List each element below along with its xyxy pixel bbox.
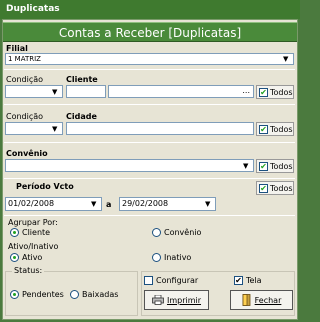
configurar-checkbox[interactable]: Configurar [144,276,198,285]
status-option-label: Pendentes [22,290,64,299]
divider [4,215,295,216]
cidade-todos-toggle[interactable]: ✔ Todos [256,122,294,136]
checkmark-icon[interactable]: ✔ [259,161,268,171]
periodo-todos-toggle[interactable]: ✔ Todos [256,181,294,195]
cliente-label: Cliente [66,75,98,84]
ativo-label: Ativo/Inativo [8,242,59,251]
radio-selected-icon[interactable] [10,228,19,237]
convenio-todos-label: Todos [270,161,293,171]
cliente-condicao-select[interactable] [5,85,63,98]
cidade-condicao-select[interactable] [5,122,63,135]
divider [4,142,295,143]
tela-label: Tela [246,276,262,285]
radio-selected-icon[interactable] [10,253,19,262]
periodo-separator: a [106,200,112,209]
checkmark-icon[interactable]: ✔ [234,276,243,285]
checkmark-icon[interactable]: ✔ [259,124,268,134]
checkbox-icon[interactable] [144,276,153,285]
ativo-option-label: Ativo [22,253,43,262]
imprimir-label: Imprimir [166,295,202,305]
status-label: Status: [12,266,45,275]
ativo-option-label: Inativo [164,253,192,262]
filial-select[interactable]: 1 MATRIZ [5,53,294,65]
radio-selected-icon[interactable] [10,290,19,299]
cliente-name-input[interactable]: ... [108,85,254,98]
divider [4,69,295,70]
printer-icon [152,295,164,305]
door-exit-icon [242,294,251,306]
cidade-label: Cidade [66,112,97,121]
divider [4,104,295,105]
status-option-pendentes[interactable]: Pendentes [10,290,64,299]
cidade-condicao-label: Condição [6,112,44,121]
cliente-todos-label: Todos [270,87,293,97]
window-title: Duplicatas [6,4,60,14]
filial-label: Filial [6,44,28,53]
agrupar-option-label: Cliente [22,228,51,237]
convenio-todos-toggle[interactable]: ✔ Todos [256,159,294,173]
imprimir-button[interactable]: Imprimir [144,290,209,310]
status-option-label: Baixadas [82,290,119,299]
tela-checkbox[interactable]: ✔ Tela [234,276,262,285]
agrupar-option-convenio[interactable]: Convênio [152,228,201,237]
periodo-todos-label: Todos [270,183,293,193]
cidade-todos-label: Todos [270,124,293,134]
chevron-down-icon[interactable] [50,86,62,97]
radio-icon[interactable] [152,228,161,237]
periodo-from-date[interactable]: 01/02/2008 [5,197,102,211]
ellipsis-icon[interactable]: ... [242,86,250,95]
radio-icon[interactable] [70,290,79,299]
agrupar-option-cliente[interactable]: Cliente [10,228,50,237]
fechar-label: Fechar [254,295,282,305]
status-option-baixadas[interactable]: Baixadas [70,290,118,299]
configurar-label: Configurar [156,276,199,285]
filial-value: 1 MATRIZ [8,55,41,63]
checkmark-icon[interactable]: ✔ [259,87,268,97]
window-title-bar: Duplicatas [0,0,300,19]
fechar-button[interactable]: Fechar [230,290,293,310]
radio-icon[interactable] [152,253,161,262]
cidade-input[interactable] [66,122,254,135]
periodo-to-value: 29/02/2008 [122,199,169,208]
periodo-to-date[interactable]: 29/02/2008 [119,197,216,211]
periodo-from-value: 01/02/2008 [8,199,55,208]
convenio-select[interactable] [5,159,254,172]
chevron-down-icon[interactable] [89,198,101,210]
chevron-down-icon[interactable] [50,123,62,134]
agrupar-option-label: Convênio [164,228,202,237]
ativo-option-ativo[interactable]: Ativo [10,253,42,262]
checkmark-icon[interactable]: ✔ [259,183,268,193]
convenio-label: Convênio [6,149,48,158]
cliente-code-input[interactable] [66,85,106,98]
ativo-option-inativo[interactable]: Inativo [152,253,191,262]
chevron-down-icon[interactable] [203,198,215,210]
cliente-todos-toggle[interactable]: ✔ Todos [256,85,294,99]
chevron-down-icon[interactable] [241,160,253,171]
agrupar-label: Agrupar Por: [8,218,58,227]
divider [4,178,295,179]
periodo-label: Período Vcto [16,182,74,191]
cliente-condicao-label: Condição [6,75,44,84]
form-banner: Contas a Receber [Duplicatas] [3,22,297,42]
chevron-down-icon[interactable] [281,54,293,64]
